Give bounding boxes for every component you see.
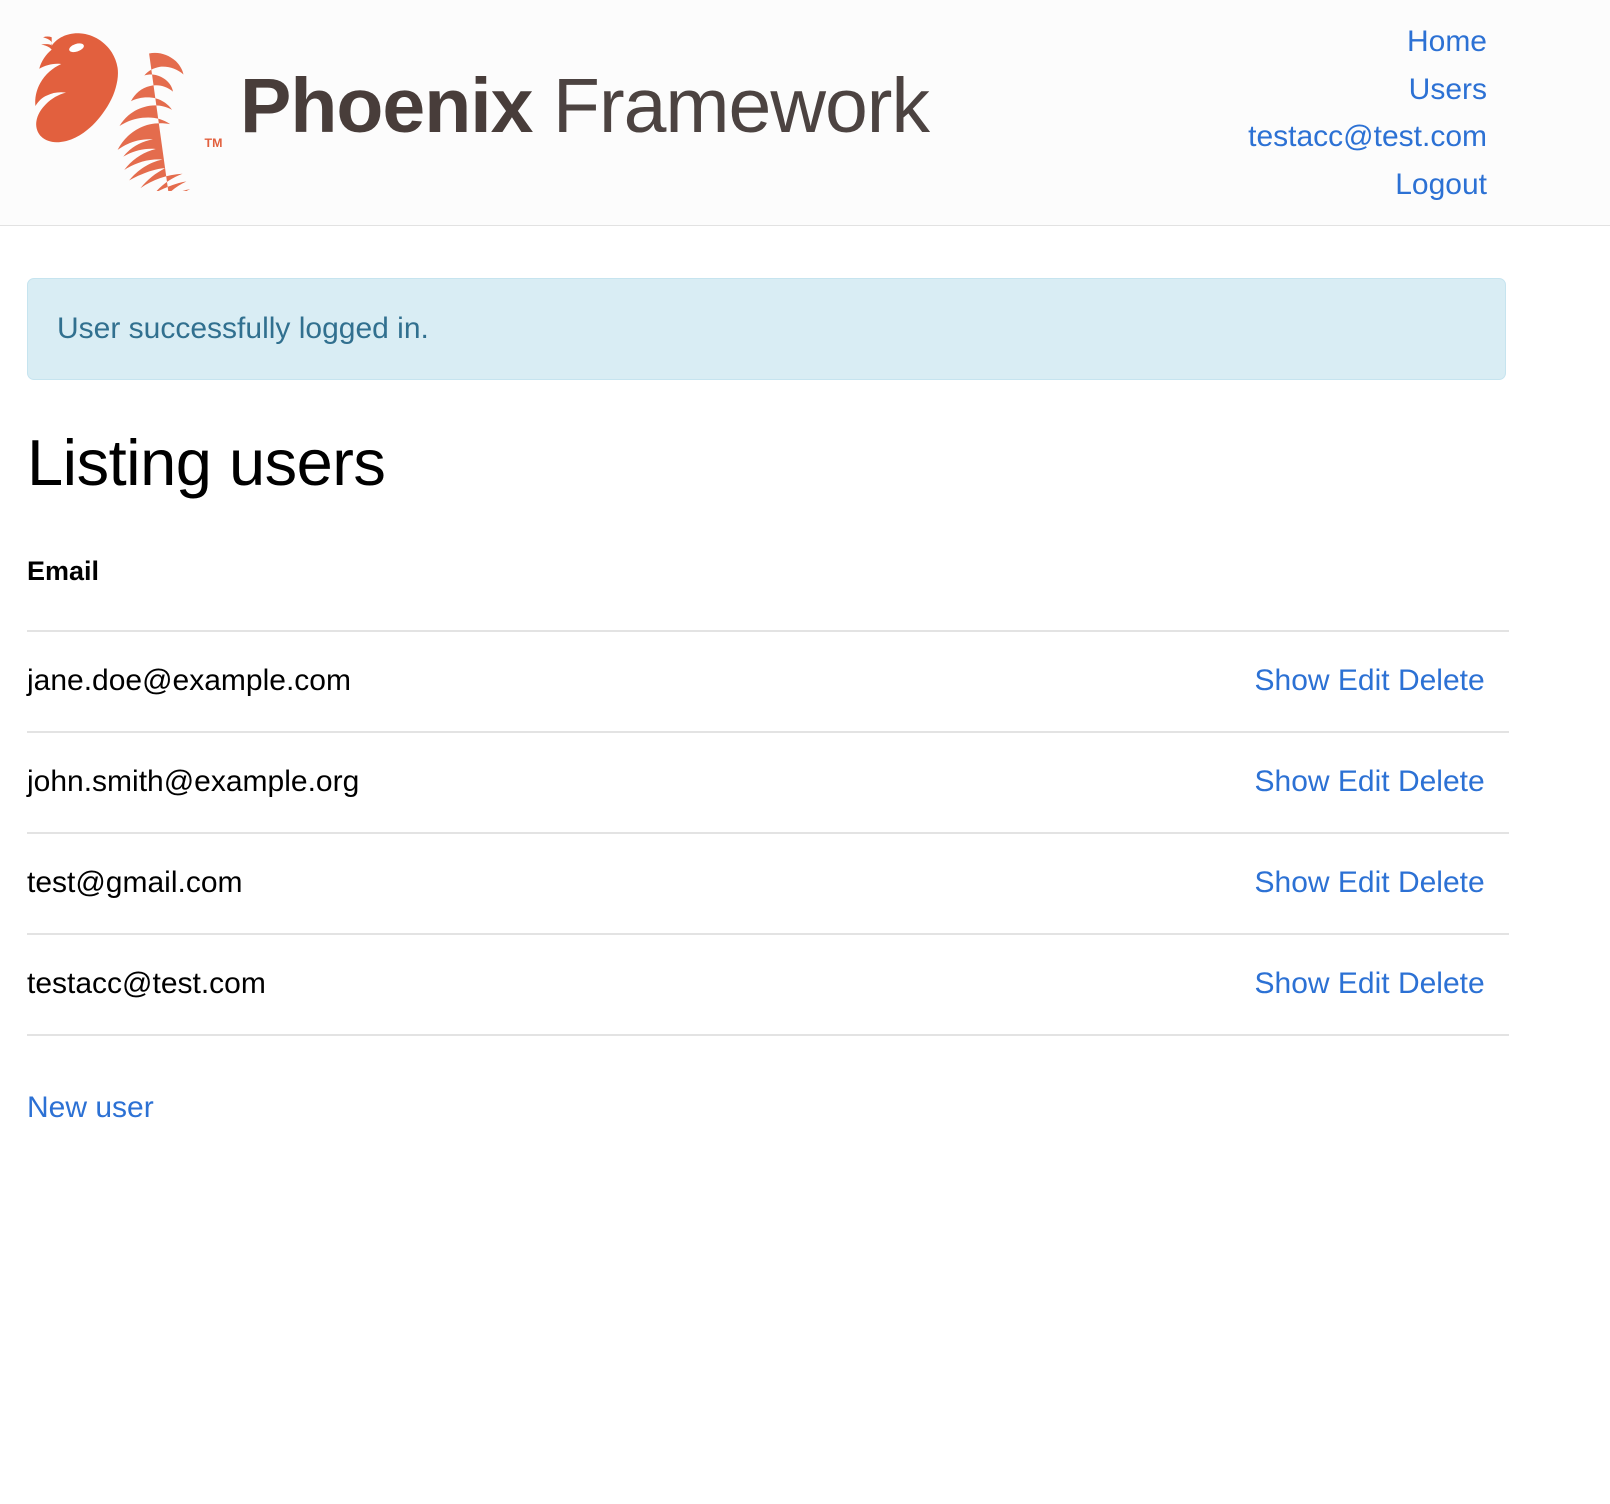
delete-link[interactable]: Delete [1398,866,1485,899]
users-table-head: Email [27,555,1509,632]
users-table-body: jane.doe@example.com Show Edit Delete jo… [27,630,1509,1036]
action-separator [1390,664,1398,697]
cell-email: testacc@test.com [27,933,367,1036]
flash-message-info: User successfully logged in. [27,278,1506,380]
users-table: Email jane.doe@example.com Show Edit Del… [27,555,1509,1036]
show-link[interactable]: Show [1255,866,1330,899]
action-separator [1330,664,1338,697]
edit-link[interactable]: Edit [1338,866,1390,899]
nav-link-home[interactable]: Home [1248,18,1487,66]
delete-link[interactable]: Delete [1398,664,1485,697]
delete-link[interactable]: Delete [1398,765,1485,798]
table-row: test@gmail.com Show Edit Delete [27,832,1509,935]
brand-name-bold: Phoenix [240,62,534,149]
new-user-link-wrap: New user [27,1091,1583,1125]
edit-link[interactable]: Edit [1338,967,1390,1000]
cell-actions: Show Edit Delete [366,630,1509,733]
nav-link-account-email[interactable]: testacc@test.com [1248,113,1487,161]
flash-message-text: User successfully logged in. [57,312,429,345]
delete-link[interactable]: Delete [1398,967,1485,1000]
page-main: User successfully logged in. Listing use… [0,278,1610,1125]
svg-text:TM: TM [204,136,222,150]
cell-email: john.smith@example.org [27,731,367,834]
cell-actions: Show Edit Delete [366,832,1509,935]
brand-wordmark: Phoenix Framework [240,67,930,145]
nav-link-users[interactable]: Users [1248,66,1487,114]
cell-actions: Show Edit Delete [366,731,1509,834]
site-header: TM Phoenix Framework Home Users testacc@… [0,0,1610,226]
edit-link[interactable]: Edit [1338,664,1390,697]
cell-email: jane.doe@example.com [27,630,367,733]
action-separator [1390,967,1398,1000]
show-link[interactable]: Show [1255,664,1330,697]
show-link[interactable]: Show [1255,765,1330,798]
edit-link[interactable]: Edit [1338,765,1390,798]
cell-email: test@gmail.com [27,832,367,935]
action-separator [1390,765,1398,798]
action-separator [1330,967,1338,1000]
show-link[interactable]: Show [1255,967,1330,1000]
column-header-email: Email [27,555,367,632]
table-row: jane.doe@example.com Show Edit Delete [27,630,1509,733]
table-row: john.smith@example.org Show Edit Delete [27,731,1509,834]
table-header-row: Email [27,555,1509,632]
header-nav: Home Users testacc@test.com Logout [1248,18,1487,208]
nav-link-logout[interactable]: Logout [1248,161,1487,209]
cell-actions: Show Edit Delete [366,933,1509,1036]
brand-logo: TM Phoenix Framework [34,26,930,205]
action-separator [1330,765,1338,798]
phoenix-bird-logo-icon: TM [34,21,226,205]
action-separator [1330,866,1338,899]
column-header-actions [366,555,1509,632]
new-user-link[interactable]: New user [27,1091,154,1124]
table-row: testacc@test.com Show Edit Delete [27,933,1509,1036]
page-title: Listing users [27,426,386,499]
action-separator [1390,866,1398,899]
brand-name-light: Framework [532,62,930,149]
